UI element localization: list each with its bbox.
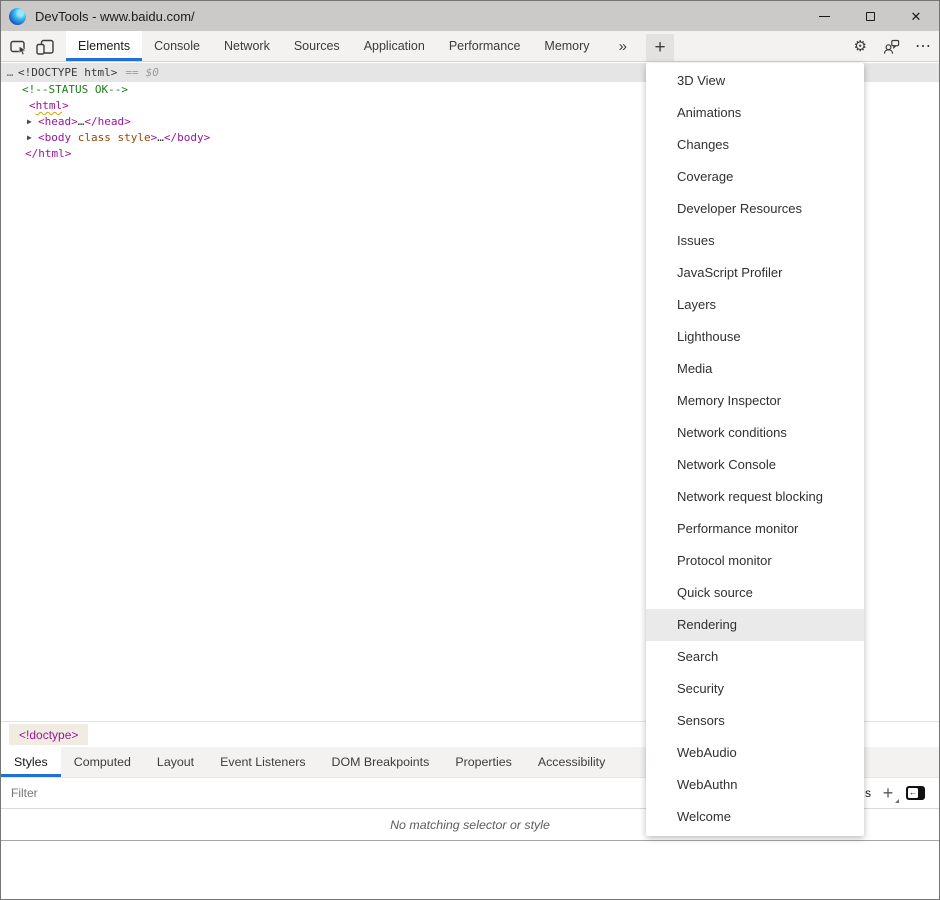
html-open-gt: > <box>62 98 69 114</box>
selection-equals: == <box>125 65 138 81</box>
feedback-button[interactable] <box>882 39 900 55</box>
new-style-rule-button[interactable]: + <box>879 781 897 805</box>
feedback-icon <box>882 39 900 55</box>
tab-elements[interactable]: Elements <box>66 31 142 61</box>
tab-memory[interactable]: Memory <box>532 31 601 61</box>
menu-item-changes[interactable]: Changes <box>646 129 864 161</box>
tab-accessibility[interactable]: Accessibility <box>525 747 618 777</box>
body-close-tag: </body> <box>164 130 210 146</box>
cls-button-fragment[interactable]: s <box>865 786 871 800</box>
body-open-gt: > <box>151 130 158 146</box>
head-collapsed-ellipsis: … <box>78 114 85 130</box>
more-tools-menu: 3D View Animations Changes Coverage Deve… <box>646 63 864 836</box>
more-tabs-button[interactable]: » <box>619 31 627 61</box>
menu-item-memory-inspector[interactable]: Memory Inspector <box>646 385 864 417</box>
tab-styles[interactable]: Styles <box>1 747 61 777</box>
gear-icon: ⚙ <box>854 38 867 55</box>
menu-item-javascript-profiler[interactable]: JavaScript Profiler <box>646 257 864 289</box>
comment-node-text: <!--STATUS OK--> <box>22 82 128 98</box>
plus-icon: + <box>654 37 665 59</box>
selection-dollar-ref: $0 <box>146 65 159 81</box>
minimize-icon <box>819 16 830 17</box>
chevron-double-right-icon: » <box>619 38 627 55</box>
menu-item-3d-view[interactable]: 3D View <box>646 65 864 97</box>
close-icon: ✕ <box>911 10 922 23</box>
menu-item-network-request-blocking[interactable]: Network request blocking <box>646 481 864 513</box>
sidebar-toggle-arrow-icon: ← <box>908 788 918 798</box>
no-matching-selector-message: No matching selector or style <box>390 818 550 832</box>
toolbar-right-icons: ⚙ ⋯ <box>854 31 931 62</box>
inspect-element-icon <box>9 37 29 57</box>
menu-item-media[interactable]: Media <box>646 353 864 385</box>
head-open-tag: <head> <box>38 114 78 130</box>
tab-console[interactable]: Console <box>142 31 212 61</box>
node-menu-dots-icon[interactable]: … <box>1 65 18 81</box>
titlebar: DevTools - www.baidu.com/ ✕ <box>1 1 939 31</box>
tab-event-listeners[interactable]: Event Listeners <box>207 747 318 777</box>
settings-button[interactable]: ⚙ <box>854 39 867 54</box>
html-close-tag: </html> <box>25 146 71 162</box>
menu-item-rendering[interactable]: Rendering <box>646 609 864 641</box>
minimize-button[interactable] <box>801 1 847 31</box>
head-close-tag: </head> <box>84 114 130 130</box>
body-collapsed-ellipsis: … <box>157 130 164 146</box>
breadcrumb-doctype-crumb[interactable]: <!doctype> <box>9 724 88 745</box>
plus-icon: + <box>883 783 894 804</box>
menu-item-sensors[interactable]: Sensors <box>646 705 864 737</box>
menu-item-network-console[interactable]: Network Console <box>646 449 864 481</box>
device-emulation-icon <box>35 37 55 57</box>
maximize-icon <box>866 12 875 21</box>
menu-item-developer-resources[interactable]: Developer Resources <box>646 193 864 225</box>
tab-application[interactable]: Application <box>352 31 437 61</box>
device-emulation-button[interactable] <box>32 34 58 59</box>
maximize-button[interactable] <box>847 1 893 31</box>
expand-arrow-icon[interactable]: ▶ <box>27 130 38 146</box>
devtools-window: DevTools - www.baidu.com/ ✕ <box>0 0 940 900</box>
menu-item-welcome[interactable]: Welcome <box>646 801 864 833</box>
tab-dom-breakpoints[interactable]: DOM Breakpoints <box>319 747 443 777</box>
inspect-element-button[interactable] <box>6 34 32 59</box>
window-controls: ✕ <box>801 1 939 31</box>
styles-filter-input[interactable] <box>1 778 301 808</box>
menu-item-lighthouse[interactable]: Lighthouse <box>646 321 864 353</box>
body-open-tag: <body <box>38 130 71 146</box>
window-title: DevTools - www.baidu.com/ <box>35 9 195 24</box>
tab-network[interactable]: Network <box>212 31 282 61</box>
edge-logo-icon <box>9 8 26 25</box>
computed-sidebar-toggle-button[interactable]: ← <box>906 786 925 800</box>
html-open-lt: < <box>29 98 36 114</box>
menu-item-issues[interactable]: Issues <box>646 225 864 257</box>
tab-layout[interactable]: Layout <box>144 747 207 777</box>
menu-item-coverage[interactable]: Coverage <box>646 161 864 193</box>
menu-item-webaudio[interactable]: WebAudio <box>646 737 864 769</box>
menu-item-security[interactable]: Security <box>646 673 864 705</box>
more-options-button[interactable]: ⋯ <box>915 39 931 55</box>
body-attr-style: style <box>111 130 151 146</box>
menu-item-layers[interactable]: Layers <box>646 289 864 321</box>
menu-item-network-conditions[interactable]: Network conditions <box>646 417 864 449</box>
close-button[interactable]: ✕ <box>893 1 939 31</box>
expand-arrow-icon[interactable]: ▶ <box>27 114 38 130</box>
tab-sources[interactable]: Sources <box>282 31 352 61</box>
doctype-node-text: <!DOCTYPE html> <box>18 65 117 81</box>
menu-item-search[interactable]: Search <box>646 641 864 673</box>
menu-item-quick-source[interactable]: Quick source <box>646 577 864 609</box>
more-tools-button[interactable]: + <box>646 34 674 61</box>
tab-performance[interactable]: Performance <box>437 31 533 61</box>
html-tag-name-with-issue: html <box>36 98 63 114</box>
panel-tabs: Elements Console Network Sources Applica… <box>66 31 602 61</box>
ellipsis-icon: ⋯ <box>915 38 931 55</box>
tab-computed[interactable]: Computed <box>61 747 144 777</box>
body-attr-class: class <box>71 130 111 146</box>
menu-item-performance-monitor[interactable]: Performance monitor <box>646 513 864 545</box>
devtools-toolbar: Elements Console Network Sources Applica… <box>1 31 939 62</box>
menu-item-animations[interactable]: Animations <box>646 97 864 129</box>
menu-item-webauthn[interactable]: WebAuthn <box>646 769 864 801</box>
menu-item-protocol-monitor[interactable]: Protocol monitor <box>646 545 864 577</box>
tab-properties[interactable]: Properties <box>442 747 524 777</box>
